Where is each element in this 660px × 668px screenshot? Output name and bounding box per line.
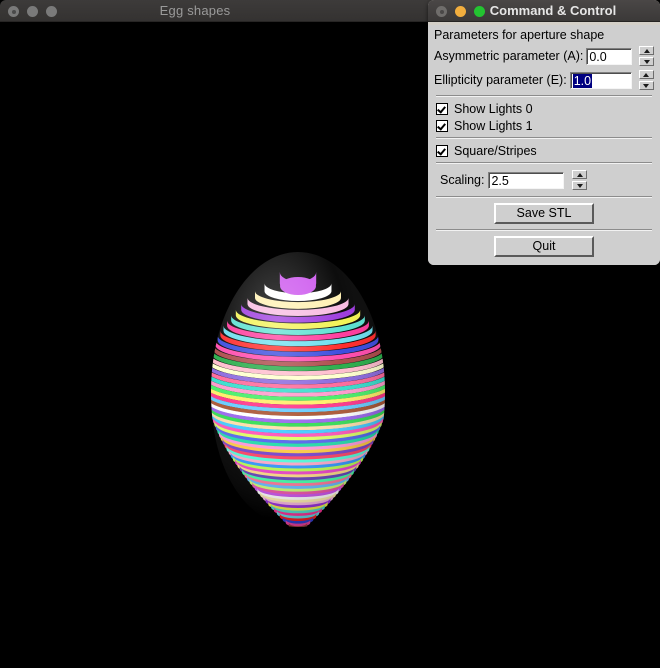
egg-shapes-window: Egg shapes (0, 0, 440, 668)
asymmetric-parameter-stepper[interactable] (639, 46, 654, 66)
stepper-up-icon[interactable] (639, 46, 654, 55)
scaling-row: Scaling: 2.5 (428, 167, 660, 193)
quit-button[interactable]: Quit (494, 236, 594, 257)
square-stripes-label: Square/Stripes (454, 143, 537, 158)
separator (436, 162, 652, 164)
control-panel-body: Parameters for aperture shape Asymmetric… (428, 25, 660, 265)
control-window-title: Command & Control (489, 3, 617, 18)
quit-button-wrap: Quit (428, 234, 660, 259)
checkbox-icon[interactable] (436, 119, 448, 132)
ellipticity-parameter-label: Ellipticity parameter (E): (434, 73, 567, 87)
parameters-header-label: Parameters for aperture shape (434, 27, 605, 42)
ellipticity-parameter-input[interactable]: 1.0 (569, 71, 632, 89)
command-and-control-window: Command & Control Parameters for apertur… (428, 0, 660, 265)
parameters-header-row: Parameters for aperture shape (428, 25, 660, 44)
asymmetric-parameter-input[interactable]: 0.0 (586, 47, 632, 65)
control-window-titlebar[interactable]: Command & Control (428, 0, 660, 22)
egg-shape-render (211, 252, 385, 527)
scaling-input[interactable]: 2.5 (488, 171, 565, 189)
scaling-label: Scaling: (440, 173, 485, 187)
separator (436, 137, 652, 139)
ellipticity-parameter-value: 1.0 (572, 73, 593, 88)
checkbox-icon[interactable] (436, 102, 448, 115)
stepper-down-icon[interactable] (638, 81, 654, 90)
save-stl-button-wrap: Save STL (428, 201, 660, 226)
asymmetric-parameter-value: 0.0 (589, 49, 607, 64)
asymmetric-parameter-label: Asymmetric parameter (A): (434, 49, 584, 63)
show-lights-0-label: Show Lights 0 (454, 101, 533, 116)
ellipticity-parameter-row: Ellipticity parameter (E): 1.0 (428, 68, 660, 92)
scaling-value: 2.5 (491, 173, 509, 188)
stepper-down-icon[interactable] (572, 181, 588, 190)
egg-window-titlebar[interactable]: Egg shapes (0, 0, 440, 22)
show-lights-1-row[interactable]: Show Lights 1 (428, 117, 660, 134)
separator (436, 196, 652, 198)
separator (436, 229, 652, 231)
egg-render-canvas[interactable] (0, 22, 440, 668)
asymmetric-parameter-row: Asymmetric parameter (A): 0.0 (428, 44, 660, 68)
stepper-up-icon[interactable] (572, 170, 588, 179)
separator (436, 95, 652, 97)
ellipticity-parameter-stepper[interactable] (638, 70, 654, 90)
show-lights-0-row[interactable]: Show Lights 0 (428, 100, 660, 117)
stepper-down-icon[interactable] (639, 57, 654, 66)
checkbox-icon[interactable] (436, 144, 448, 157)
show-lights-1-label: Show Lights 1 (454, 118, 533, 133)
scaling-stepper[interactable] (572, 170, 588, 190)
stepper-up-icon[interactable] (638, 70, 654, 79)
square-stripes-row[interactable]: Square/Stripes (428, 142, 660, 159)
egg-window-title: Egg shapes (159, 3, 231, 18)
save-stl-button[interactable]: Save STL (494, 203, 594, 224)
